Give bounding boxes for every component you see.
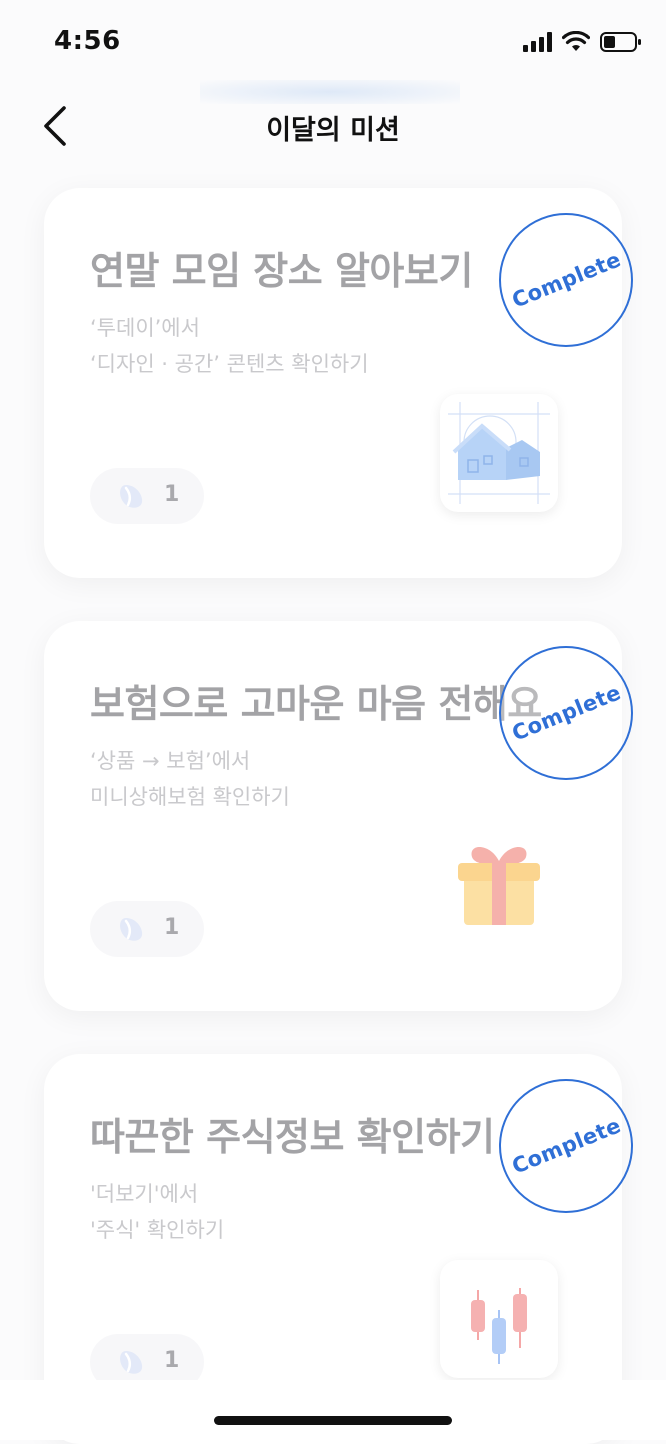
nav-header: 이달의 미션 [0,80,666,172]
mission-desc-line2: ‘디자인 · 공간’ 콘텐츠 확인하기 [90,352,369,376]
status-icons [523,28,642,56]
page-title: 이달의 미션 [266,115,400,146]
mission-desc-line2: '주식' 확인하기 [90,1218,225,1242]
reward-badge: 1 [90,468,204,524]
complete-stamp-label: Complete [508,247,624,313]
mission-card[interactable]: 보험으로 고마운 마음 전해요 ‘상품 → 보험’에서 미니상해보험 확인하기 … [44,621,633,1011]
reward-badge: 1 [90,901,204,957]
status-time: 4:56 [54,26,121,56]
mission-thumbnail [440,1260,558,1378]
cellular-signal-icon [523,32,552,52]
bean-icon [120,918,143,941]
candlestick-chart-icon [471,1288,527,1364]
mission-desc-line1: ‘투데이’에서 [90,316,200,340]
bean-icon [120,1351,143,1374]
mission-title: 따끈한 주식정보 확인하기 [90,1115,495,1159]
bean-icon [120,485,143,508]
home-indicator[interactable] [214,1416,452,1425]
mission-thumbnail [440,827,558,945]
header-glow [200,80,460,104]
house-icon [448,402,550,504]
complete-stamp-label: Complete [508,1113,624,1179]
battery-icon [600,32,641,52]
mission-title: 보험으로 고마운 마음 전해요 [90,682,542,726]
mission-title: 연말 모임 장소 알아보기 [90,249,473,293]
reward-count: 1 [164,1348,180,1373]
bottom-safe-area [0,1380,666,1440]
reward-count: 1 [164,915,180,940]
gift-icon [458,846,540,925]
complete-stamp: Complete [499,646,633,780]
mission-desc-line1: ‘상품 → 보험’에서 [90,749,251,773]
complete-stamp: Complete [499,213,633,347]
status-bar: 4:56 [0,0,666,80]
mission-desc-line1: '더보기'에서 [90,1182,199,1206]
mission-desc-line2: 미니상해보험 확인하기 [90,785,290,809]
complete-stamp-label: Complete [508,680,624,746]
wifi-icon [562,31,590,51]
mission-thumbnail [440,394,558,512]
reward-count: 1 [164,482,180,507]
mission-card[interactable]: 연말 모임 장소 알아보기 ‘투데이’에서 ‘디자인 · 공간’ 콘텐츠 확인하… [44,188,633,578]
complete-stamp: Complete [499,1079,633,1213]
